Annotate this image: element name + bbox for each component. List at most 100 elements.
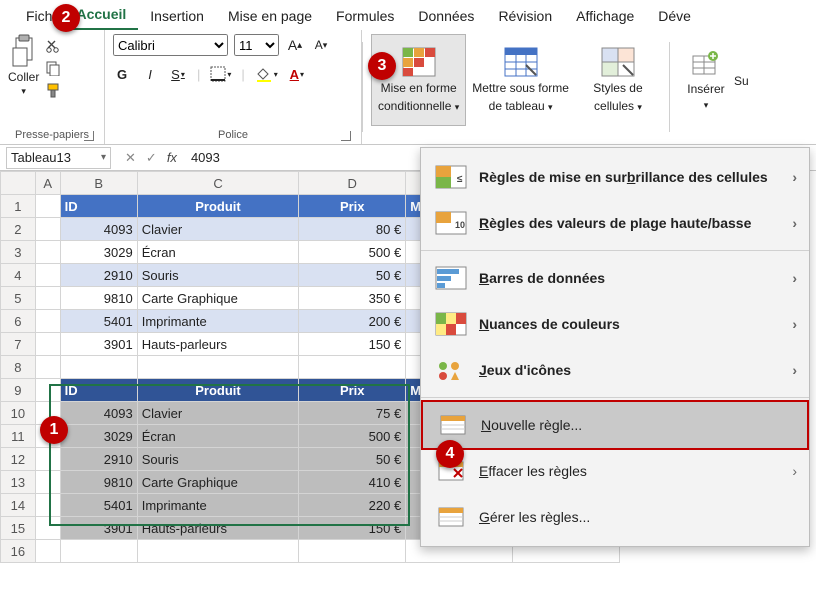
fill-color-button[interactable]: ▾ — [255, 64, 278, 84]
cell[interactable]: 150 € — [299, 517, 406, 540]
name-box[interactable]: Tableau13 ▾ — [6, 147, 111, 169]
font-color-button[interactable]: A▾ — [288, 64, 306, 84]
cell[interactable]: Souris — [137, 448, 299, 471]
cell[interactable]: Hauts-parleurs — [137, 517, 299, 540]
tab-developer[interactable]: Déve — [646, 2, 703, 30]
row-header[interactable]: 12 — [1, 448, 36, 471]
row-header[interactable]: 2 — [1, 218, 36, 241]
row-header[interactable]: 10 — [1, 402, 36, 425]
copy-icon[interactable] — [45, 60, 61, 76]
cell[interactable]: Clavier — [137, 218, 299, 241]
cell[interactable]: 5401 — [60, 494, 137, 517]
cell[interactable]: 9810 — [60, 471, 137, 494]
menu-top-bottom-rules[interactable]: 10 Règles des valeurs de plage haute/bas… — [421, 200, 809, 246]
cell[interactable]: 80 € — [299, 218, 406, 241]
cell[interactable]: 3029 — [60, 425, 137, 448]
tab-page-layout[interactable]: Mise en page — [216, 2, 324, 30]
cell[interactable]: 3901 — [60, 517, 137, 540]
cell[interactable]: Écran — [137, 425, 299, 448]
cell[interactable]: 50 € — [299, 448, 406, 471]
cell[interactable]: 9810 — [60, 287, 137, 310]
cell[interactable]: Hauts-parleurs — [137, 333, 299, 356]
decrease-font-icon[interactable]: A▾ — [311, 35, 331, 55]
cell[interactable]: 410 € — [299, 471, 406, 494]
cell[interactable]: 3029 — [60, 241, 137, 264]
tab-view[interactable]: Affichage — [564, 2, 646, 30]
table-header[interactable]: Prix — [299, 195, 406, 218]
select-all-cell[interactable] — [1, 172, 36, 195]
row-header[interactable]: 6 — [1, 310, 36, 333]
menu-data-bars[interactable]: Barres de données › — [421, 255, 809, 301]
menu-clear-rules[interactable]: Effacer les règles › — [421, 448, 809, 494]
chevron-down-icon[interactable]: ▾ — [21, 86, 26, 97]
col-header[interactable]: C — [137, 172, 299, 195]
cell[interactable]: Souris — [137, 264, 299, 287]
dialog-launcher-icon[interactable] — [84, 131, 94, 141]
cell[interactable]: Écran — [137, 241, 299, 264]
row-header[interactable]: 13 — [1, 471, 36, 494]
table-header[interactable]: ID — [60, 379, 137, 402]
table-header[interactable]: ID — [60, 195, 137, 218]
format-as-table-button[interactable]: Mettre sous forme de tableau ▾ — [466, 34, 575, 126]
cell[interactable]: 350 € — [299, 287, 406, 310]
cell[interactable]: 500 € — [299, 425, 406, 448]
cell[interactable]: Clavier — [137, 402, 299, 425]
cell[interactable]: 2910 — [60, 264, 137, 287]
chevron-down-icon[interactable]: ▾ — [101, 152, 106, 163]
cell[interactable]: 50 € — [299, 264, 406, 287]
col-header[interactable]: A — [35, 172, 60, 195]
row-header[interactable]: 9 — [1, 379, 36, 402]
increase-font-icon[interactable]: A▴ — [285, 35, 305, 55]
cell[interactable]: 75 € — [299, 402, 406, 425]
cell[interactable]: 220 € — [299, 494, 406, 517]
row-header[interactable]: 8 — [1, 356, 36, 379]
menu-new-rule[interactable]: Nouvelle règle... — [421, 400, 809, 450]
menu-color-scales[interactable]: Nuances de couleurs › — [421, 301, 809, 347]
cell[interactable]: Carte Graphique — [137, 471, 299, 494]
row-header[interactable]: 16 — [1, 540, 36, 563]
row-header[interactable]: 1 — [1, 195, 36, 218]
paste-icon[interactable] — [10, 34, 38, 68]
format-painter-icon[interactable] — [45, 82, 61, 98]
delete-cells-button-partial[interactable]: Su — [734, 34, 749, 88]
row-header[interactable]: 4 — [1, 264, 36, 287]
row-header[interactable]: 11 — [1, 425, 36, 448]
tab-review[interactable]: Révision — [486, 2, 564, 30]
cell[interactable]: Imprimante — [137, 494, 299, 517]
cell[interactable]: 4093 — [60, 218, 137, 241]
menu-icon-sets[interactable]: Jeux d'icônes › — [421, 347, 809, 393]
row-header[interactable]: 14 — [1, 494, 36, 517]
italic-button[interactable]: I — [141, 64, 159, 84]
cell[interactable] — [35, 379, 60, 402]
font-size-select[interactable]: 11 — [234, 34, 279, 56]
cell[interactable]: 4093 — [60, 402, 137, 425]
borders-button[interactable]: ▾ — [210, 64, 231, 84]
cell[interactable]: 3901 — [60, 333, 137, 356]
font-name-select[interactable]: Calibri — [113, 34, 228, 56]
cell-styles-button[interactable]: Styles de cellules ▾ — [575, 34, 661, 126]
cell[interactable]: Carte Graphique — [137, 287, 299, 310]
cell[interactable]: 500 € — [299, 241, 406, 264]
insert-cells-button[interactable]: Insérer ▾ — [678, 34, 734, 126]
row-header[interactable]: 3 — [1, 241, 36, 264]
dialog-launcher-icon[interactable] — [341, 131, 351, 141]
col-header[interactable]: D — [299, 172, 406, 195]
col-header[interactable]: B — [60, 172, 137, 195]
menu-highlight-cells-rules[interactable]: ≤ Règles de mise en surbrillance des cel… — [421, 154, 809, 200]
table-header[interactable]: Prix — [299, 379, 406, 402]
cell[interactable]: 2910 — [60, 448, 137, 471]
tab-insert[interactable]: Insertion — [138, 2, 216, 30]
cut-icon[interactable] — [45, 38, 61, 54]
cancel-formula-icon[interactable]: ✕ — [125, 150, 136, 166]
row-header[interactable]: 7 — [1, 333, 36, 356]
tab-formulas[interactable]: Formules — [324, 2, 406, 30]
paste-label[interactable]: Coller — [8, 70, 39, 84]
fx-icon[interactable]: fx — [167, 150, 177, 166]
cell[interactable]: 200 € — [299, 310, 406, 333]
table-header[interactable]: Produit — [137, 195, 299, 218]
cell[interactable]: 150 € — [299, 333, 406, 356]
cell[interactable] — [35, 195, 60, 218]
table-header[interactable]: Produit — [137, 379, 299, 402]
row-header[interactable]: 5 — [1, 287, 36, 310]
row-header[interactable]: 15 — [1, 517, 36, 540]
